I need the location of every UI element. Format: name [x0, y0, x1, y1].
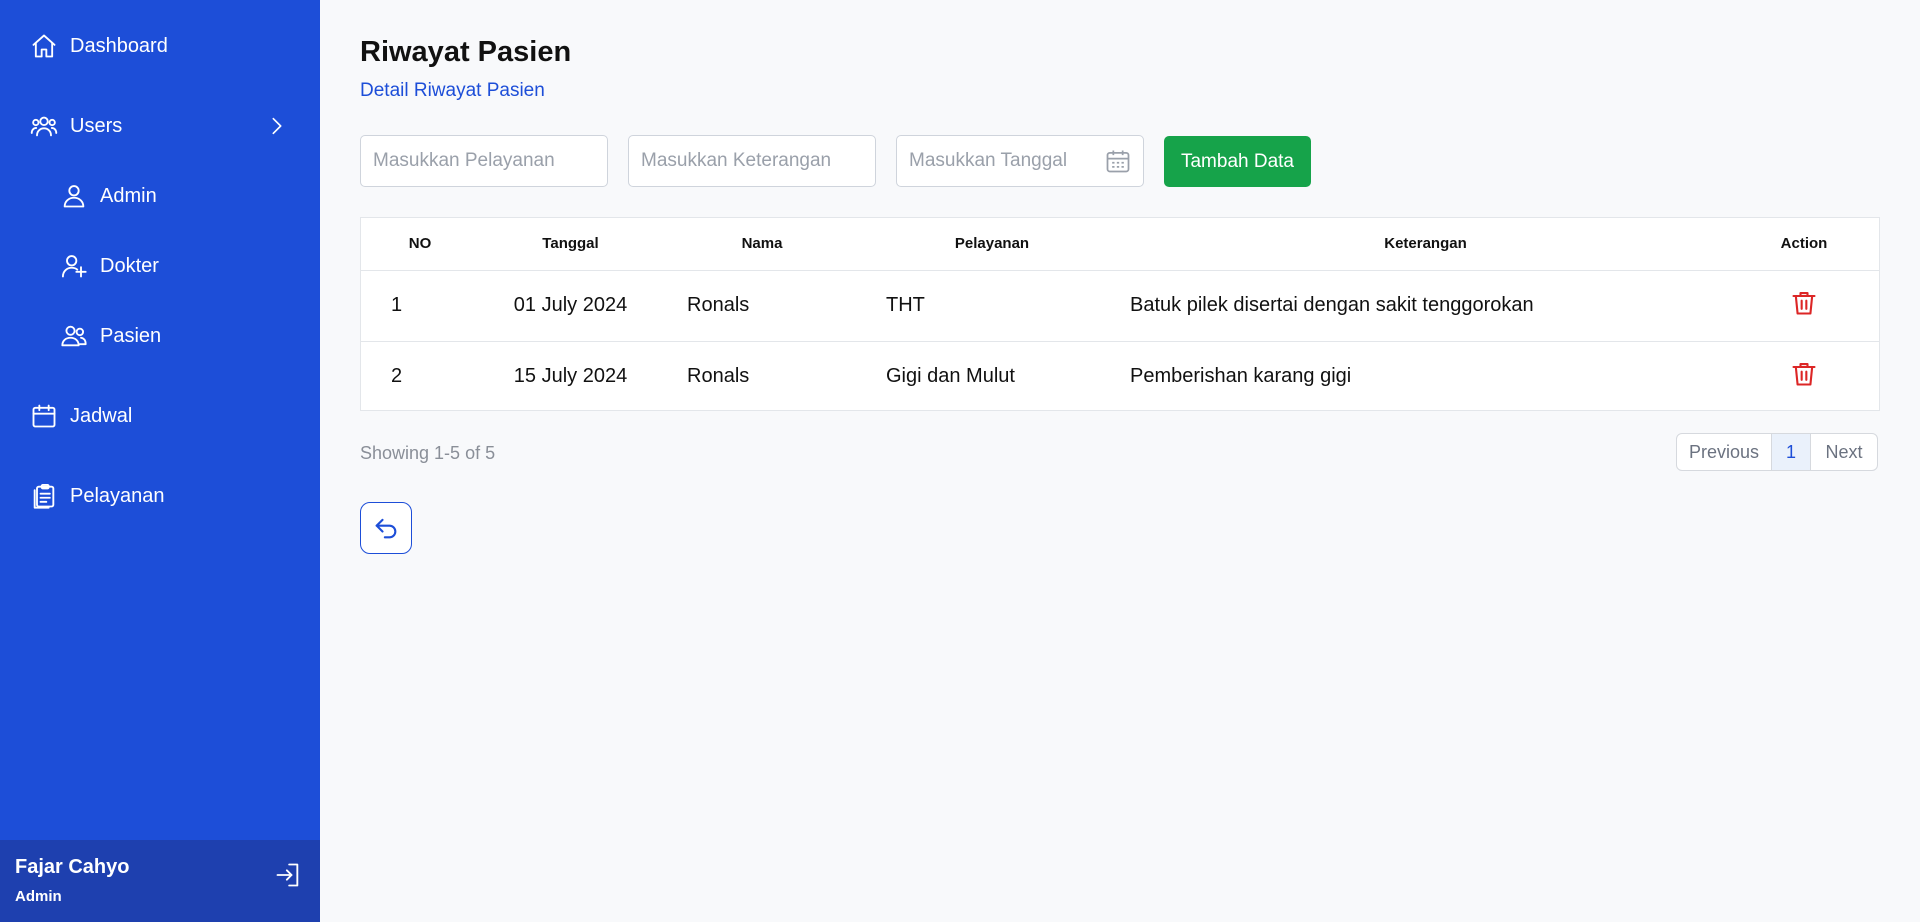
sidebar-item-label: Pelayanan: [70, 484, 165, 507]
page-subtitle: Detail Riwayat Pasien: [360, 80, 545, 101]
cell-pelayanan: Gigi dan Mulut: [886, 365, 1015, 388]
column-header: NO: [408, 235, 432, 253]
cell-pelayanan: THT: [886, 294, 925, 316]
trash-icon[interactable]: [1790, 288, 1818, 318]
history-table: NO Tanggal Nama Pelayanan Keterangan Act…: [360, 217, 1880, 411]
sidebar-item-dashboard[interactable]: Dashboard: [30, 26, 168, 66]
home-icon: [30, 32, 58, 60]
sidebar-item-label: Admin: [100, 184, 157, 207]
sidebar-item-pasien[interactable]: Pasien: [60, 316, 161, 356]
chevron-right-icon[interactable]: [266, 113, 288, 139]
clipboard-icon: [30, 482, 58, 510]
sidebar-item-jadwal[interactable]: Jadwal: [30, 396, 132, 436]
table-row: 1 01 July 2024 Ronals THT Batuk pilek di…: [361, 270, 1879, 341]
logout-icon[interactable]: [274, 861, 302, 889]
next-page-button[interactable]: Next: [1811, 434, 1877, 470]
page-title: Riwayat Pasien: [360, 36, 572, 68]
user-plus-icon: [60, 252, 88, 280]
sidebar: Dashboard Users Admin Dokter Pasien Jadw…: [0, 0, 320, 922]
cell-no: 1: [391, 294, 403, 316]
pagination-summary: Showing 1-5 of 5: [360, 443, 496, 463]
user-name: Fajar Cahyo: [15, 856, 130, 878]
cell-nama: Ronals: [687, 294, 750, 316]
previous-page-button[interactable]: Previous: [1677, 434, 1772, 470]
pelayanan-input[interactable]: [360, 135, 608, 187]
sidebar-item-label: Dashboard: [70, 34, 168, 57]
tanggal-field: [896, 135, 1144, 187]
cell-no: 2: [391, 365, 403, 388]
column-header: Pelayanan: [954, 235, 1030, 253]
sidebar-item-pelayanan[interactable]: Pelayanan: [30, 476, 165, 516]
table-row: 2 15 July 2024 Ronals Gigi dan Mulut Pem…: [361, 341, 1879, 412]
table-header-row: NO Tanggal Nama Pelayanan Keterangan Act…: [361, 218, 1879, 270]
cell-action: [1729, 270, 1879, 341]
keterangan-input[interactable]: [628, 135, 876, 187]
cell-tanggal: 01 July 2024: [513, 294, 628, 316]
back-button[interactable]: [360, 502, 412, 554]
undo-arrow-icon: [372, 514, 400, 542]
users-icon: [30, 112, 58, 140]
calendar-icon[interactable]: [1104, 147, 1132, 175]
user-profile: Fajar Cahyo Admin: [0, 840, 320, 922]
sidebar-item-users[interactable]: Users: [30, 106, 122, 146]
column-header: Keterangan: [1384, 235, 1467, 253]
trash-icon[interactable]: [1790, 359, 1818, 389]
column-header: Tanggal: [542, 235, 599, 253]
calendar-icon: [30, 402, 58, 430]
cell-tanggal: 15 July 2024: [513, 365, 628, 388]
sidebar-item-dokter[interactable]: Dokter: [60, 246, 159, 286]
pagination: Previous 1 Next: [1676, 433, 1878, 471]
add-data-button[interactable]: Tambah Data: [1164, 136, 1311, 187]
cell-keterangan: Batuk pilek disertai dengan sakit tenggo…: [1130, 294, 1534, 316]
page-1-button[interactable]: 1: [1772, 434, 1811, 470]
users-icon: [60, 322, 88, 350]
sidebar-item-label: Dokter: [100, 254, 159, 277]
user-icon: [60, 182, 88, 210]
cell-keterangan: Pemberishan karang gigi: [1130, 365, 1352, 388]
sidebar-item-label: Pasien: [100, 324, 162, 347]
sidebar-item-admin[interactable]: Admin: [60, 176, 157, 216]
sidebar-item-label: Jadwal: [70, 404, 133, 427]
column-header: Action: [1780, 235, 1828, 253]
cell-action: [1729, 341, 1879, 412]
column-header: Nama: [741, 235, 783, 253]
user-role: Admin: [15, 888, 62, 905]
cell-nama: Ronals: [687, 365, 750, 388]
sidebar-item-label: Users: [70, 114, 123, 137]
